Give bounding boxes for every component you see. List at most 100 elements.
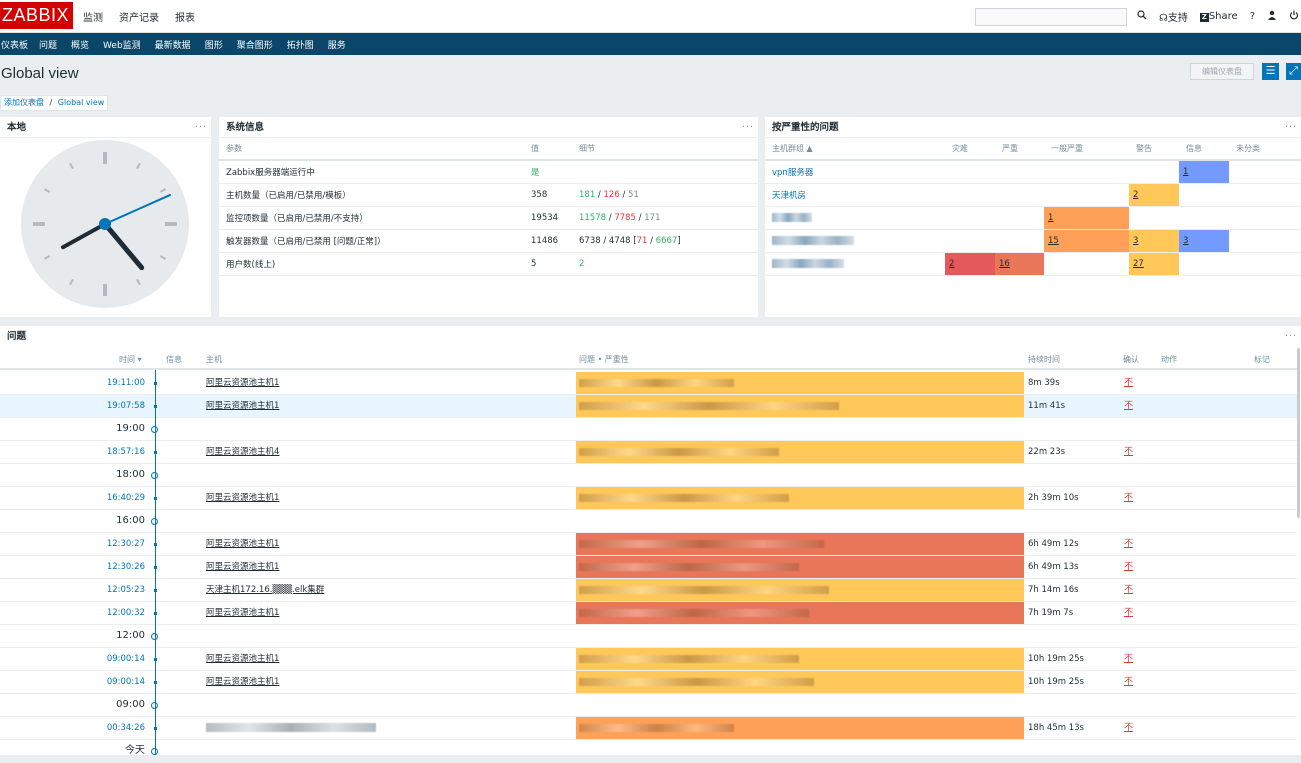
event-time-link[interactable]: 18:57:16: [65, 441, 145, 463]
event-time-link[interactable]: 12:30:26: [65, 556, 145, 578]
host-group-link[interactable]: vpn服务器: [765, 160, 945, 184]
problem-cell[interactable]: [576, 395, 1024, 417]
table-row[interactable]: 12:00:32 阿里云资源池主机1 7h 19m 7s 不: [0, 602, 1297, 625]
ack-link[interactable]: 不: [1124, 717, 1133, 739]
col-host-group[interactable]: 主机群组 ▲: [765, 138, 945, 161]
subnav-graphs[interactable]: 图形: [205, 38, 223, 51]
table-row[interactable]: 18:57:16 阿里云资源池主机4 22m 23s 不: [0, 441, 1297, 464]
problem-cell[interactable]: [576, 579, 1024, 601]
disaster-count[interactable]: 2: [949, 259, 954, 269]
table-row[interactable]: 19:11:00 阿里云资源池主机1 8m 39s 不: [0, 372, 1297, 395]
ack-link[interactable]: 不: [1124, 395, 1133, 417]
table-row[interactable]: 19:07:58 阿里云资源池主机1 11m 41s 不: [0, 395, 1297, 418]
search-input[interactable]: [974, 7, 1127, 26]
problem-cell[interactable]: [576, 533, 1024, 555]
table-row[interactable]: 12:30:27 阿里云资源池主机1 6h 49m 12s 不: [0, 533, 1297, 556]
menu-reports[interactable]: 报表: [175, 9, 195, 24]
share-link[interactable]: Z Share: [1199, 11, 1238, 22]
subnav-overview[interactable]: 概览: [71, 38, 89, 51]
subnav-services[interactable]: 服务: [328, 38, 346, 51]
widget-menu-icon[interactable]: ···: [1285, 326, 1297, 347]
col-problem-severity[interactable]: 问题 • 严重性: [579, 354, 629, 365]
menu-monitoring[interactable]: 监测: [83, 9, 103, 24]
warning-count[interactable]: 27: [1133, 259, 1144, 269]
average-count[interactable]: 15: [1048, 236, 1059, 246]
help-icon[interactable]: ?: [1250, 11, 1255, 22]
ack-link[interactable]: 不: [1124, 579, 1133, 601]
problem-cell[interactable]: [576, 648, 1024, 670]
host-group-link[interactable]: [765, 206, 945, 230]
host-link[interactable]: [206, 717, 376, 739]
info-count[interactable]: 1: [1183, 167, 1188, 177]
warning-count-cell[interactable]: 3: [1129, 229, 1179, 253]
average-count-cell[interactable]: 1: [1044, 206, 1129, 230]
logout-icon[interactable]: [1289, 10, 1299, 23]
warning-count[interactable]: 3: [1133, 236, 1138, 246]
problem-cell[interactable]: [576, 717, 1024, 739]
warning-count-cell[interactable]: 2: [1129, 183, 1179, 207]
ack-link[interactable]: 不: [1124, 556, 1133, 578]
table-row[interactable]: 12:30:26 阿里云资源池主机1 6h 49m 13s 不: [0, 556, 1297, 579]
problem-cell[interactable]: [576, 556, 1024, 578]
support-link[interactable]: ☊支持: [1159, 9, 1188, 24]
breadcrumb-current[interactable]: Global view: [58, 98, 104, 107]
host-link[interactable]: 阿里云资源池主机4: [206, 441, 279, 463]
info-count[interactable]: 3: [1183, 236, 1188, 246]
table-row[interactable]: 16:40:29 阿里云资源池主机1 2h 39m 10s 不: [0, 487, 1297, 510]
table-row[interactable]: 09:00:14 阿里云资源池主机1 10h 19m 25s 不: [0, 648, 1297, 671]
host-group-link[interactable]: [765, 252, 945, 276]
ack-link[interactable]: 不: [1124, 533, 1133, 555]
average-count-cell[interactable]: 15: [1044, 229, 1129, 253]
search-icon[interactable]: [1137, 10, 1147, 23]
warning-count-cell[interactable]: 27: [1129, 252, 1179, 276]
event-time-link[interactable]: 09:00:14: [65, 648, 145, 670]
table-row[interactable]: 09:00:14 阿里云资源池主机1 10h 19m 25s 不: [0, 671, 1297, 694]
event-time-link[interactable]: 09:00:14: [65, 671, 145, 693]
zabbix-logo[interactable]: ZABBIX: [0, 1, 74, 29]
warning-count[interactable]: 2: [1133, 190, 1138, 200]
subnav-dashboard[interactable]: 仪表板: [1, 38, 28, 51]
host-link[interactable]: 阿里云资源池主机1: [206, 487, 279, 509]
problem-cell[interactable]: [576, 671, 1024, 693]
event-time-link[interactable]: 12:05:23: [65, 579, 145, 601]
event-time-link[interactable]: 19:07:58: [65, 395, 145, 417]
host-link[interactable]: 阿里云资源池主机1: [206, 533, 279, 555]
host-link[interactable]: 阿里云资源池主机1: [206, 395, 279, 417]
table-row[interactable]: 00:34:26 18h 45m 13s 不: [0, 717, 1297, 740]
user-profile-icon[interactable]: [1267, 10, 1277, 23]
event-time-link[interactable]: 19:11:00: [65, 372, 145, 394]
col-host[interactable]: 主机: [206, 354, 222, 365]
high-count[interactable]: 16: [999, 259, 1010, 269]
list-view-button[interactable]: ☰: [1262, 63, 1279, 80]
host-group-link[interactable]: 天津机房: [765, 183, 945, 207]
event-time-link[interactable]: 16:40:29: [65, 487, 145, 509]
problem-cell[interactable]: [576, 602, 1024, 624]
disaster-count-cell[interactable]: 2: [945, 252, 995, 276]
widget-menu-icon[interactable]: ···: [195, 117, 207, 138]
menu-inventory[interactable]: 资产记录: [119, 9, 159, 24]
ack-link[interactable]: 不: [1124, 441, 1133, 463]
event-time-link[interactable]: 12:00:32: [65, 602, 145, 624]
scrollbar[interactable]: [1297, 348, 1300, 518]
problem-cell[interactable]: [576, 441, 1024, 463]
high-count-cell[interactable]: 16: [995, 252, 1044, 276]
host-link[interactable]: 天津主机172.16.▒▒▒.elk集群: [206, 579, 324, 601]
widget-menu-icon[interactable]: ···: [1285, 117, 1297, 138]
problem-cell[interactable]: [576, 372, 1024, 394]
subnav-web[interactable]: Web监测: [103, 38, 141, 51]
info-count-cell[interactable]: 1: [1179, 160, 1229, 184]
subnav-screens[interactable]: 聚合图形: [237, 38, 273, 51]
subnav-maps[interactable]: 拓扑图: [287, 38, 314, 51]
edit-dashboard-button[interactable]: 编辑仪表盘: [1190, 63, 1254, 80]
host-group-link[interactable]: [765, 229, 945, 253]
ack-link[interactable]: 不: [1124, 602, 1133, 624]
fullscreen-button[interactable]: ⤢: [1286, 63, 1301, 80]
ack-link[interactable]: 不: [1124, 487, 1133, 509]
breadcrumb-add-dashboard[interactable]: 添加仪表盘: [4, 98, 44, 107]
ack-link[interactable]: 不: [1124, 671, 1133, 693]
average-count[interactable]: 1: [1048, 213, 1053, 223]
event-time-link[interactable]: 00:34:26: [65, 717, 145, 739]
col-time[interactable]: 时间 ▾: [119, 354, 142, 365]
widget-menu-icon[interactable]: ···: [742, 117, 754, 138]
host-link[interactable]: 阿里云资源池主机1: [206, 648, 279, 670]
